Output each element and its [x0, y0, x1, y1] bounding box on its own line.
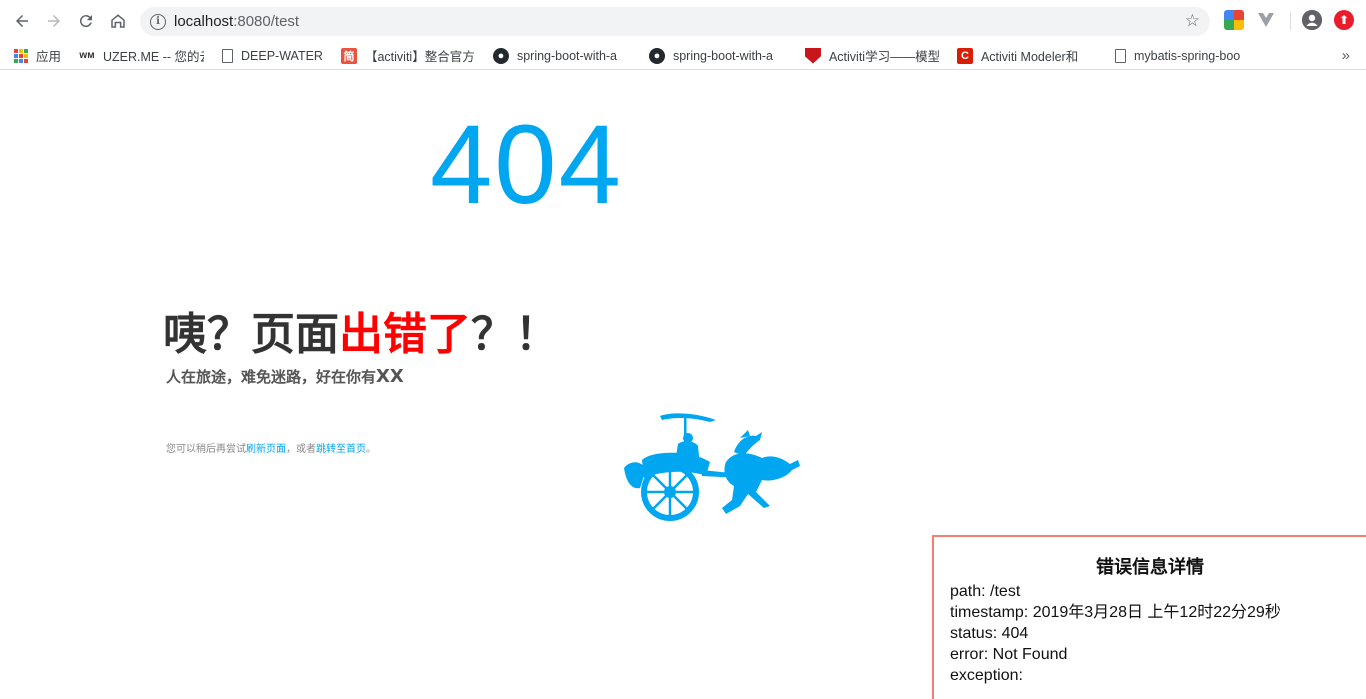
bookmark-label: 【activiti】整合官方 [364, 50, 475, 64]
reload-icon [79, 15, 92, 28]
github-icon: ● [648, 47, 665, 64]
headline-highlight: 出错了 [339, 309, 471, 360]
bookmark-star-icon[interactable]: ☆ [1185, 11, 1200, 31]
error-status: status: 404 [950, 625, 1029, 642]
bookmark-label: Activiti Modeler和 [980, 50, 1079, 64]
bookmark-label: mybatis-spring-boo [1133, 48, 1241, 63]
arrow-left-icon [16, 15, 28, 27]
hint-middle: ，或者 [286, 444, 316, 455]
jianshu-icon: 简 [340, 47, 357, 64]
bookmark-label: Activiti学习——模型 [828, 50, 939, 64]
home-button[interactable] [102, 5, 134, 37]
subtitle: 人在旅途，难免迷路，好在你有XX [166, 366, 404, 387]
browser-toolbar: i localhost:8080/test ☆ ⬆ [0, 0, 1366, 42]
error-details-panel: 错误信息详情 path: /test timestamp: 2019年3月28日… [932, 535, 1366, 699]
error-message: error: Not Found [950, 646, 1068, 663]
bookmark-label: spring-boot-with-a [672, 48, 774, 63]
bookmarks-overflow-button[interactable]: » [1342, 47, 1350, 64]
error-exception: exception: [950, 667, 1023, 684]
bookmark-label: 应用 [36, 50, 62, 64]
bookmark-apps[interactable]: 应用 [14, 46, 61, 65]
go-home-link[interactable]: 跳转至首页 [316, 444, 366, 455]
back-button[interactable] [6, 5, 38, 37]
bookmark-activiti-jianshu[interactable]: 简 【activiti】整合官方 [340, 46, 475, 65]
github-icon: ● [492, 47, 509, 64]
url-text[interactable]: localhost:8080/test [174, 13, 299, 30]
shield-icon [804, 47, 821, 64]
reload-button[interactable] [70, 5, 102, 37]
bookmark-deep-water[interactable]: DEEP-WATER [222, 48, 323, 63]
error-details-title: 错误信息详情 [1096, 557, 1204, 577]
chariot-illustration [624, 413, 800, 521]
bookmarks-bar: 应用 ᴡᴍ UZER.ME -- 您的云 DEEP-WATER 简 【activ… [0, 42, 1366, 70]
hint-prefix: 您可以稍后再尝试 [166, 444, 246, 455]
toolbar-divider [1290, 12, 1291, 30]
subtitle-text: 人在旅途，难免迷路，好在你有 [166, 368, 377, 386]
uzer-icon: ᴡᴍ [79, 50, 95, 61]
bookmark-label: spring-boot-with-a [516, 48, 618, 63]
error-code: 404 [430, 102, 623, 227]
bookmark-label: UZER.ME -- 您的云 [103, 50, 205, 64]
forward-button[interactable] [38, 5, 70, 37]
refresh-page-link[interactable]: 刷新页面 [246, 444, 286, 455]
bookmark-mybatis[interactable]: mybatis-spring-boo [1114, 48, 1251, 63]
arrow-right-icon [48, 15, 60, 27]
headline-text: 咦？页面 [163, 309, 339, 360]
csdn-icon: C [956, 47, 973, 64]
bookmark-github-2[interactable]: ● spring-boot-with-a [648, 47, 787, 64]
subtitle-xx: XX [376, 366, 404, 387]
error-timestamp: timestamp: 2019年3月28日 上午12时22分29秒 [950, 604, 1281, 621]
hint-text: 您可以稍后再尝试刷新页面，或者跳转至首页。 [166, 440, 376, 455]
page-icon [222, 48, 234, 63]
profile-avatar-icon[interactable] [1302, 10, 1322, 30]
vue-extension-icon[interactable] [1256, 10, 1276, 30]
headline: 咦？页面出错了？！ [163, 298, 559, 362]
bookmark-label: DEEP-WATER [241, 48, 323, 63]
update-icon[interactable]: ⬆ [1334, 10, 1354, 30]
info-icon[interactable]: i [150, 13, 166, 30]
bookmark-github-1[interactable]: ● spring-boot-with-a [492, 47, 631, 64]
home-icon [111, 14, 125, 28]
hint-suffix: 。 [366, 444, 376, 455]
bookmark-activiti-modeler[interactable]: C Activiti Modeler和 [956, 46, 1097, 65]
headline-punct: ？！ [471, 309, 559, 360]
page-icon [1114, 48, 1126, 63]
address-bar[interactable]: i localhost:8080/test ☆ [140, 7, 1210, 36]
apps-grid-icon [14, 48, 28, 63]
extension-icon[interactable] [1224, 10, 1244, 30]
bookmark-activiti-learning[interactable]: Activiti学习——模型 [804, 46, 939, 65]
error-path: path: /test [950, 583, 1021, 600]
bookmark-uzer[interactable]: ᴡᴍ UZER.ME -- 您的云 [79, 46, 204, 65]
